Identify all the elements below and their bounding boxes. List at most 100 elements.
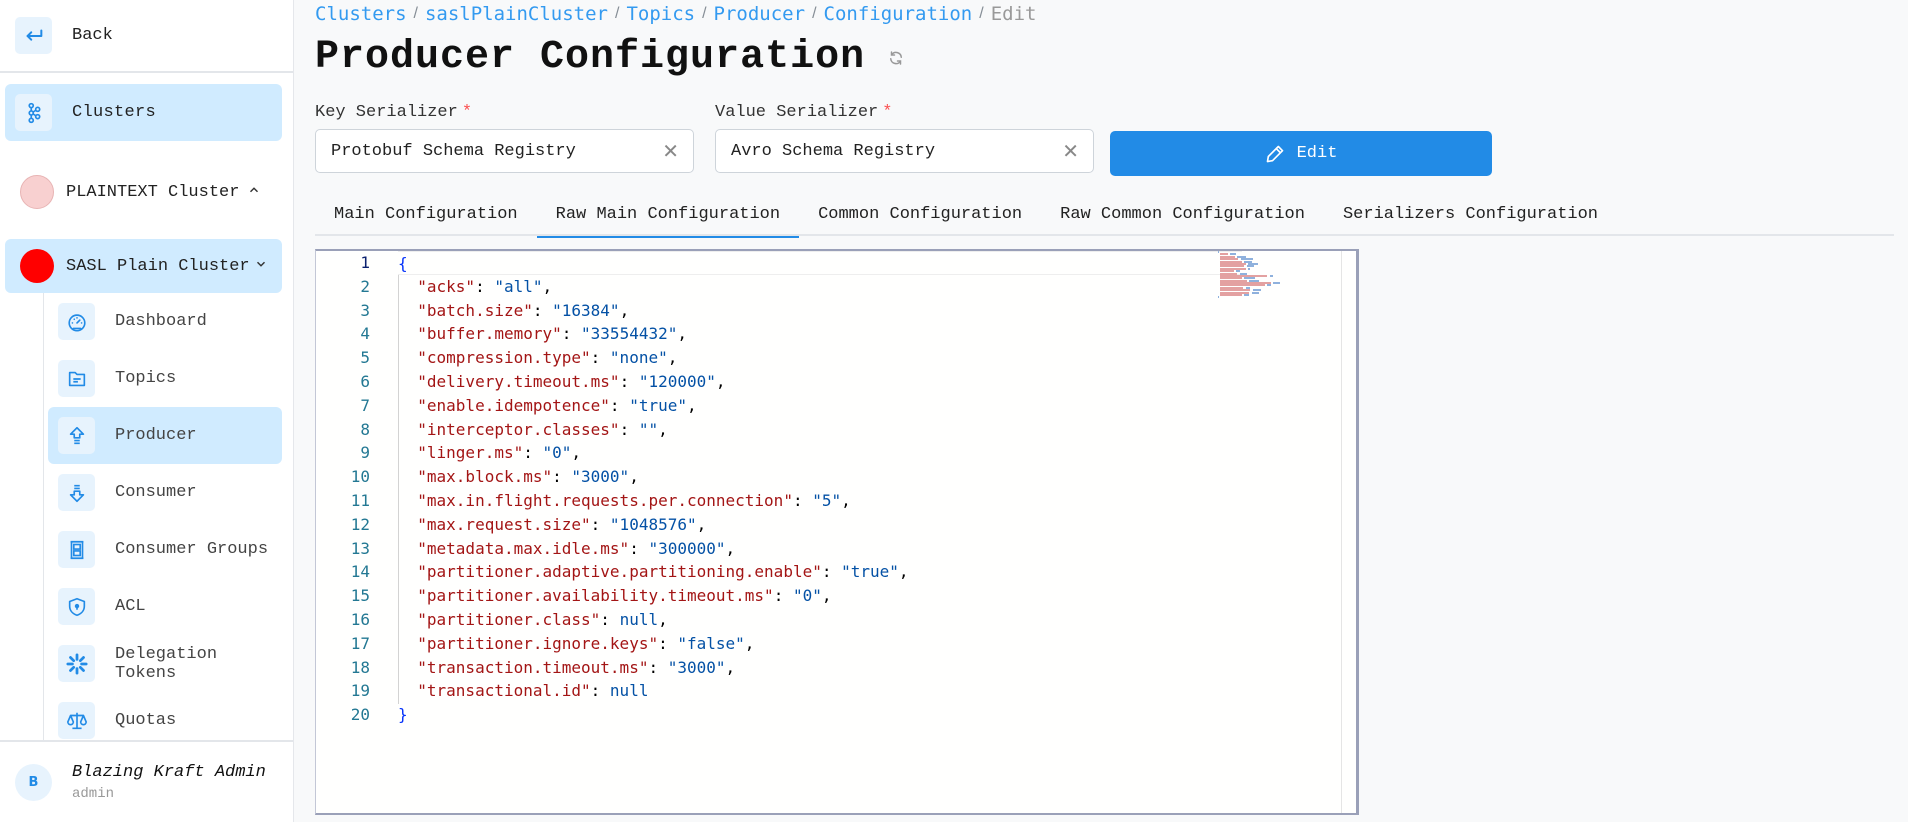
tab-common-configuration[interactable]: Common Configuration — [799, 193, 1041, 236]
value-serializer-value: Avro Schema Registry — [731, 141, 936, 161]
json-punctuation: , — [841, 490, 851, 510]
cluster-color-dot — [20, 249, 54, 283]
breadcrumb-topics[interactable]: Topics — [626, 3, 695, 25]
json-punctuation: , — [686, 395, 697, 415]
breadcrumb-producer[interactable]: Producer — [714, 3, 806, 25]
json-value: "true" — [841, 562, 899, 582]
code-line[interactable]: "max.block.ms": "3000", — [398, 465, 1336, 489]
minimap[interactable] — [1218, 251, 1338, 813]
code-line[interactable]: "max.in.flight.requests.per.connection":… — [398, 489, 1336, 513]
page-title: Producer Configuration — [315, 35, 866, 80]
cluster-sasl-plain[interactable]: SASL Plain Cluster — [5, 239, 282, 293]
json-punctuation: , — [658, 419, 668, 439]
line-number: 16 — [350, 609, 370, 629]
breadcrumb-cluster[interactable]: saslPlainCluster — [425, 3, 608, 25]
breadcrumb: Clusters / saslPlainCluster / Topics / P… — [315, 3, 1036, 25]
json-value: "all" — [494, 276, 543, 296]
json-punctuation — [398, 634, 417, 653]
line-number: 2 — [360, 276, 370, 296]
sidebar-item-topics[interactable]: Topics — [48, 350, 282, 407]
breadcrumb-separator: / — [615, 5, 620, 22]
line-number: 9 — [360, 443, 370, 463]
tab-serializers-configuration[interactable]: Serializers Configuration — [1324, 193, 1617, 236]
code-line[interactable]: "transactional.id": null — [398, 679, 1336, 703]
code-line[interactable]: "delivery.timeout.ms": "120000", — [398, 370, 1336, 394]
vertical-scrollbar[interactable] — [1341, 251, 1342, 813]
line-number: 13 — [350, 538, 370, 558]
code-line[interactable]: "buffer.memory": "33554432", — [398, 322, 1336, 346]
json-punctuation: : — [532, 300, 553, 320]
sidebar-item-consumer-groups[interactable]: Consumer Groups — [48, 521, 282, 578]
json-key: "linger.ms" — [417, 443, 524, 463]
json-punctuation: : — [561, 324, 582, 344]
key-serializer-value: Protobuf Schema Registry — [331, 141, 576, 161]
sidebar-item-label: Dashboard — [115, 312, 207, 331]
sidebar-item-quotas[interactable]: Quotas — [48, 692, 282, 743]
json-punctuation: , — [725, 538, 736, 558]
json-key: "partitioner.class" — [417, 609, 601, 629]
cluster-plaintext[interactable]: PLAINTEXT Cluster — [5, 165, 282, 219]
cluster-label: SASL Plain Cluster — [66, 256, 250, 276]
code-line[interactable]: "partitioner.ignore.keys": "false", — [398, 632, 1336, 656]
main-content: Clusters / saslPlainCluster / Topics / P… — [294, 0, 1908, 822]
code-line[interactable]: "max.request.size": "1048576", — [398, 513, 1336, 537]
code-line[interactable]: { — [398, 251, 1242, 275]
key-serializer-select[interactable]: Protobuf Schema Registry ✕ — [315, 129, 694, 173]
user-profile[interactable]: B Blazing Kraft Admin admin — [0, 740, 293, 822]
page-title-row: Producer Configuration — [315, 35, 905, 80]
json-punctuation: , — [821, 586, 832, 606]
sidebar-item-producer[interactable]: Producer — [48, 407, 282, 464]
json-punctuation: : — [658, 633, 678, 653]
sidebar-item-clusters[interactable]: Clusters — [5, 84, 282, 141]
code-line[interactable]: "batch.size": "16384", — [398, 299, 1336, 323]
code-line[interactable]: "acks": "all", — [398, 275, 1336, 299]
json-punctuation — [398, 681, 417, 700]
tab-raw-common-configuration[interactable]: Raw Common Configuration — [1041, 193, 1324, 236]
json-value: null — [619, 609, 659, 629]
line-number: 18 — [350, 657, 370, 677]
sidebar-item-label: Producer — [115, 426, 197, 445]
tab-raw-main-configuration[interactable]: Raw Main Configuration — [536, 193, 800, 238]
code-line[interactable]: "compression.type": "none", — [398, 346, 1336, 370]
json-editor[interactable]: 1 2 3 4 5 6 7 8 9 10 11 12 13 14 15 16 17 18 19 20 { "acks"… — [315, 249, 1359, 815]
user-role: admin — [72, 785, 115, 802]
json-punctuation: , — [658, 609, 668, 629]
code-line[interactable]: "linger.ms": "0", — [398, 441, 1336, 465]
json-punctuation: : — [619, 419, 639, 439]
code-line[interactable]: "transaction.timeout.ms": "3000", — [398, 656, 1336, 680]
config-tabs: Main Configuration Raw Main Configuratio… — [315, 193, 1894, 238]
json-punctuation — [398, 467, 417, 486]
refresh-icon[interactable] — [887, 49, 905, 67]
line-number-gutter: 1 2 3 4 5 6 7 8 9 10 11 12 13 14 15 16 17 18 19 20 — [316, 251, 388, 813]
json-value: "3000" — [667, 657, 726, 677]
app-root: Back Clusters PLAINTEXT Cluster SASL Pla… — [0, 0, 1908, 822]
value-serializer-select[interactable]: Avro Schema Registry ✕ — [715, 129, 1094, 173]
back-button[interactable]: Back — [0, 0, 293, 73]
sidebar-item-consumer[interactable]: Consumer — [48, 464, 282, 521]
json-key: "interceptor.classes" — [417, 419, 620, 439]
clear-icon[interactable]: ✕ — [1062, 139, 1079, 163]
code-line[interactable]: "enable.idempotence": "true", — [398, 394, 1336, 418]
edit-button[interactable]: Edit — [1110, 131, 1492, 176]
code-line[interactable]: } — [398, 703, 1336, 727]
json-value: "true" — [629, 395, 687, 415]
tab-main-configuration[interactable]: Main Configuration — [315, 193, 537, 236]
breadcrumb-configuration[interactable]: Configuration — [824, 3, 973, 25]
code-line[interactable]: "metadata.max.idle.ms": "300000", — [398, 537, 1336, 561]
back-arrow-icon — [15, 17, 52, 54]
json-punctuation — [398, 348, 417, 367]
code-area[interactable]: { "acks": "all", "batch.size": "16384", … — [398, 251, 1336, 727]
code-line[interactable]: "interceptor.classes": "", — [398, 418, 1336, 442]
json-value: "300000" — [648, 538, 726, 558]
sidebar-item-delegation-tokens[interactable]: Delegation Tokens — [48, 635, 282, 692]
line-number: 15 — [350, 586, 370, 606]
code-line[interactable]: "partitioner.availability.timeout.ms": "… — [398, 584, 1336, 608]
sidebar-item-acl[interactable]: ACL — [48, 578, 282, 635]
code-line[interactable]: "partitioner.class": null, — [398, 608, 1336, 632]
breadcrumb-clusters[interactable]: Clusters — [315, 3, 407, 25]
code-line[interactable]: "partitioner.adaptive.partitioning.enabl… — [398, 560, 1336, 584]
json-punctuation: , — [619, 300, 630, 320]
sidebar-item-dashboard[interactable]: Dashboard — [48, 293, 282, 350]
clear-icon[interactable]: ✕ — [662, 139, 679, 163]
arrow-up-icon — [58, 417, 95, 454]
